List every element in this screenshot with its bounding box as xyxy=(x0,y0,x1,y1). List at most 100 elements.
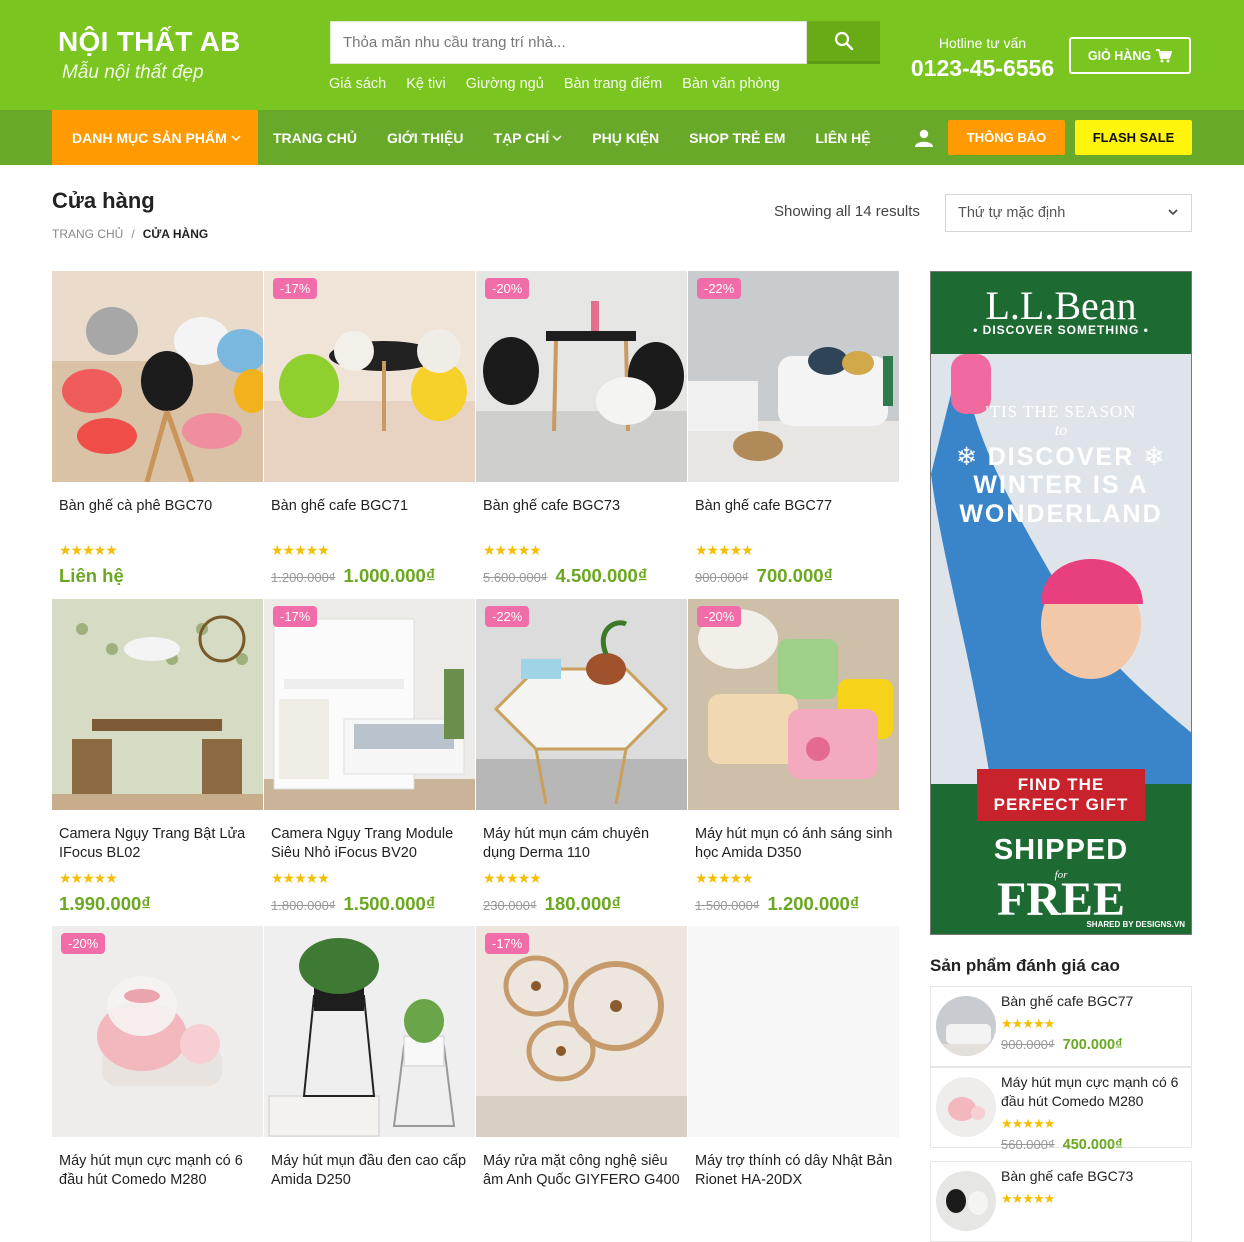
search-button[interactable] xyxy=(807,21,880,64)
product-old-price: 1.500.000₫ xyxy=(695,898,760,913)
flash-sale-button[interactable]: FLASH SALE xyxy=(1075,120,1192,155)
notice-button[interactable]: THÔNG BÁO xyxy=(948,120,1065,155)
sort-select[interactable]: Thứ tự mặc định xyxy=(945,194,1192,232)
ad-brand: L.L.Bean xyxy=(985,283,1137,328)
product-title[interactable]: Máy trợ thính có dây Nhật Bản Rionet HA-… xyxy=(695,1152,893,1190)
sale-badge: -17% xyxy=(485,933,530,954)
quick-link[interactable]: Giá sách xyxy=(329,76,386,92)
product-title[interactable]: Máy hút mụn có ánh sáng sinh học Amida D… xyxy=(695,825,893,863)
product-title[interactable]: Máy hút mụn cám chuyên dụng Derma 110 xyxy=(483,825,681,863)
category-menu-label: DANH MỤC SẢN PHẨM xyxy=(72,129,227,146)
product-image[interactable]: -20% xyxy=(52,926,263,1137)
product-price: 230.000₫ 180.000₫ xyxy=(483,893,621,915)
product-title[interactable]: Máy rửa mặt công nghệ siêu âm Anh Quốc G… xyxy=(483,1152,681,1190)
quick-link[interactable]: Bàn trang điểm xyxy=(564,76,662,92)
sale-badge: -20% xyxy=(61,933,106,954)
product-old-price: 900.000₫ xyxy=(695,570,749,585)
product-current-price: 4.500.000₫ xyxy=(555,565,648,586)
top-rated-price: 900.000₫ 700.000₫ xyxy=(1001,1037,1123,1053)
product-title[interactable]: Máy hút mụn đầu đen cao cấp Amida D250 xyxy=(271,1152,469,1190)
breadcrumb-current: CỬA HÀNG xyxy=(142,227,209,241)
cart-button[interactable]: GIỎ HÀNG xyxy=(1069,37,1191,74)
chevron-down-icon xyxy=(1168,209,1178,216)
product-title[interactable]: Camera Ngụy Trang Module Siêu Nhỏ iFocus… xyxy=(271,825,469,863)
ad-credit: SHARED BY DESIGNS.VN xyxy=(1086,920,1185,929)
rating-stars: ★★★★★ xyxy=(483,870,542,886)
product-image[interactable]: -17% xyxy=(476,926,687,1137)
product-image[interactable] xyxy=(52,599,263,810)
search-input[interactable] xyxy=(330,21,807,64)
product-price: 1.800.000₫ 1.500.000₫ xyxy=(271,893,435,915)
quick-link[interactable]: Kệ tivi xyxy=(406,76,446,92)
sale-badge: -20% xyxy=(485,278,530,299)
quick-links: Giá sách Kệ tivi Giường ngủ Bàn trang đi… xyxy=(329,76,780,92)
rating-stars: ★★★★★ xyxy=(695,870,754,886)
ad-line-wonderland: WONDERLAND xyxy=(959,500,1163,528)
product-image[interactable]: -22% xyxy=(688,271,899,482)
top-rated-thumb[interactable] xyxy=(936,1077,996,1137)
nav-item-contact[interactable]: LIÊN HỆ xyxy=(815,130,870,146)
product-title[interactable]: Bàn ghế cafe BGC71 xyxy=(271,497,469,516)
site-logo[interactable]: NỘI THẤT AB Mẫu nội thất đẹp xyxy=(58,26,241,83)
widget-title: Sản phẩm đánh giá cao xyxy=(930,956,1120,975)
top-rated-title[interactable]: Máy hút mụn cực mạnh có 6 đầu hút Comedo… xyxy=(1001,1073,1186,1111)
nav-items: TRANG CHỦ GIỚI THIỆU TẠP CHÍ PHỤ KIỆN SH… xyxy=(273,110,871,165)
breadcrumb-home[interactable]: TRANG CHỦ xyxy=(52,227,123,241)
product-title[interactable]: Bàn ghế cà phê BGC70 xyxy=(59,497,257,516)
nav-item-label: SHOP TRẺ EM xyxy=(689,129,786,146)
product-image[interactable]: -17% xyxy=(264,599,475,810)
top-rated-item[interactable]: Bàn ghế cafe BGC77 ★★★★★ 900.000₫ 700.00… xyxy=(930,986,1192,1067)
rating-stars: ★★★★★ xyxy=(271,870,330,886)
product-image[interactable] xyxy=(52,271,263,482)
ad-line-discover: ❄ DISCOVER ❄ xyxy=(955,443,1167,471)
ad-free: FREE xyxy=(996,873,1125,926)
product-title[interactable]: Camera Ngụy Trang Bật Lửa IFocus BL02 xyxy=(59,825,257,863)
product-title[interactable]: Bàn ghế cafe BGC77 xyxy=(695,497,893,516)
rating-stars: ★★★★★ xyxy=(1001,1191,1055,1206)
nav-item-kids-shop[interactable]: SHOP TRẺ EM xyxy=(689,130,785,146)
quick-link[interactable]: Bàn văn phòng xyxy=(682,76,780,92)
ad-gift-label: FIND THE PERFECT GIFT xyxy=(977,769,1145,821)
rating-stars: ★★★★★ xyxy=(483,542,542,558)
product-image[interactable]: -20% xyxy=(476,271,687,482)
nav-item-home[interactable]: TRANG CHỦ xyxy=(273,130,357,146)
top-rated-current-price: 450.000₫ xyxy=(1062,1137,1123,1153)
nav-item-accessories[interactable]: PHỤ KIỆN xyxy=(592,130,659,146)
user-icon[interactable] xyxy=(914,129,934,147)
top-rated-thumb[interactable] xyxy=(936,996,996,1056)
top-rated-title[interactable]: Bàn ghế cafe BGC73 xyxy=(1001,1167,1186,1186)
product-image[interactable]: -17% xyxy=(264,271,475,482)
top-rated-thumb[interactable] xyxy=(936,1171,996,1231)
hotline-number[interactable]: 0123-45-6556 xyxy=(900,55,1065,82)
product-image[interactable]: -22% xyxy=(476,599,687,810)
product-title[interactable]: Bàn ghế cafe BGC73 xyxy=(483,497,681,516)
product-current-price: 180.000₫ xyxy=(544,893,622,914)
product-image[interactable] xyxy=(688,926,899,1137)
site-header: NỘI THẤT AB Mẫu nội thất đẹp Giá sách Kệ… xyxy=(0,0,1244,110)
sidebar-ad-banner[interactable]: L.L.Bean • DISCOVER SOMETHING • 'TIS THE… xyxy=(930,271,1192,935)
sale-badge: -20% xyxy=(697,606,742,627)
chevron-down-icon xyxy=(552,134,562,141)
product-current-price: 1.500.000₫ xyxy=(343,893,436,914)
nav-item-about[interactable]: GIỚI THIỆU xyxy=(387,130,464,146)
product-image[interactable]: -20% xyxy=(688,599,899,810)
top-rated-item[interactable]: Bàn ghế cafe BGC73 ★★★★★ xyxy=(930,1161,1192,1242)
rating-stars: ★★★★★ xyxy=(1001,1116,1055,1131)
rating-stars: ★★★★★ xyxy=(59,870,118,886)
product-image[interactable] xyxy=(264,926,475,1137)
logo-name[interactable]: NỘI THẤT AB xyxy=(58,26,241,58)
top-rated-title[interactable]: Bàn ghế cafe BGC77 xyxy=(1001,992,1186,1011)
category-menu-button[interactable]: DANH MỤC SẢN PHẨM xyxy=(52,110,258,165)
product-current-price: 1.000.000₫ xyxy=(343,565,436,586)
nav-item-magazine[interactable]: TẠP CHÍ xyxy=(494,130,563,146)
product-old-price: 230.000₫ xyxy=(483,898,537,913)
product-current-price: 1.990.000₫ xyxy=(59,893,151,914)
product-title[interactable]: Máy hút mụn cực mạnh có 6 đầu hút Comedo… xyxy=(59,1152,257,1190)
rating-stars: ★★★★★ xyxy=(59,542,118,558)
product-old-price: 1.200.000₫ xyxy=(271,570,336,585)
top-rated-item[interactable]: Máy hút mụn cực mạnh có 6 đầu hút Comedo… xyxy=(930,1067,1192,1153)
quick-link[interactable]: Giường ngủ xyxy=(466,76,544,92)
search-icon xyxy=(834,31,853,51)
sale-badge: -22% xyxy=(697,278,742,299)
ad-subtitle: • DISCOVER SOMETHING • xyxy=(973,323,1149,337)
